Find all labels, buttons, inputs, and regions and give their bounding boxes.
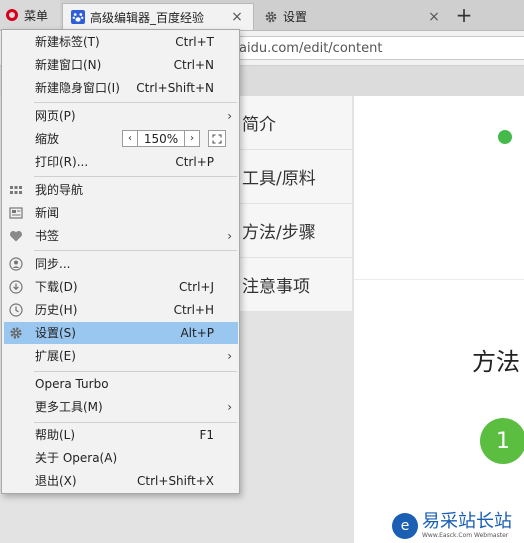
menu-item-label: 网页(P) (35, 109, 76, 123)
zoom-in-button[interactable]: › (184, 130, 200, 147)
menu-item-help[interactable]: 帮助(L) F1 (4, 424, 238, 446)
gear-icon (265, 11, 277, 22)
menu-item-label: 我的导航 (35, 183, 84, 197)
menu-item-shortcut: Ctrl+H (173, 303, 214, 317)
content-divider (354, 279, 524, 280)
tab-bar: 菜单 高级编辑器_百度经验 × 设置 × + (0, 0, 524, 31)
heart-icon (9, 230, 23, 242)
tab-close-icon[interactable]: × (426, 9, 442, 25)
step-number-badge: 1 (480, 418, 524, 464)
menu-item-label: 更多工具(M) (35, 400, 103, 414)
menu-item-zoom: 缩放 ‹ 150% › (4, 128, 238, 150)
tab-title: 高级编辑器_百度经验 (90, 10, 205, 25)
chevron-right-icon: › (227, 109, 232, 123)
tab-close-icon[interactable]: × (229, 9, 245, 25)
menu-item-new-window[interactable]: 新建窗口(N) Ctrl+N (4, 54, 238, 76)
menu-separator (34, 250, 237, 251)
menu-item-shortcut: Ctrl+N (173, 58, 214, 72)
nav-item-tools[interactable]: 工具/原料 (236, 150, 352, 204)
menu-item-shortcut: Ctrl+P (175, 155, 214, 169)
tab-baidu-jingyan[interactable]: 高级编辑器_百度经验 × (62, 3, 254, 30)
menu-item-label: 新闻 (35, 206, 60, 220)
menu-item-label: 扩展(E) (35, 349, 76, 363)
menu-item-extensions[interactable]: 扩展(E) › (4, 345, 238, 367)
menu-separator (34, 102, 237, 103)
menu-item-new-tab[interactable]: 新建标签(T) Ctrl+T (4, 31, 238, 53)
url-text: aidu.com/edit/content (239, 40, 383, 56)
menu-button-label: 菜单 (24, 8, 49, 23)
watermark: e 易采站长站 Www.Easck.Com Webmaster (388, 508, 524, 543)
menu-item-page[interactable]: 网页(P) › (4, 105, 238, 127)
menu-item-more-tools[interactable]: 更多工具(M) › (4, 396, 238, 418)
menu-item-shortcut: Ctrl+T (175, 35, 214, 49)
article-side-nav: 简介 工具/原料 方法/步骤 注意事项 (236, 96, 352, 312)
zoom-control: ‹ 150% › (122, 130, 200, 147)
watermark-subtitle: Www.Easck.Com Webmaster (422, 531, 509, 539)
opera-menu-button[interactable]: 菜单 (0, 0, 60, 30)
baidu-paw-icon (71, 10, 85, 24)
menu-item-label: 新建隐身窗口(I) (35, 81, 120, 95)
method-heading: 方法 (472, 348, 520, 376)
menu-item-shortcut: Alt+P (180, 326, 214, 340)
menu-item-label: 打印(R)... (35, 155, 89, 169)
menu-item-label: 书签 (35, 229, 60, 243)
watermark-logo-icon: e (392, 512, 418, 539)
menu-item-exit[interactable]: 退出(X) Ctrl+Shift+X (4, 470, 238, 492)
url-field[interactable]: aidu.com/edit/content (230, 36, 524, 60)
chevron-right-icon: › (227, 400, 232, 414)
fullscreen-button[interactable] (208, 130, 226, 147)
menu-item-print[interactable]: 打印(R)... Ctrl+P (4, 151, 238, 173)
menu-item-bookmarks[interactable]: 书签 › (4, 225, 238, 247)
opera-logo-icon (6, 9, 18, 21)
nav-item-steps[interactable]: 方法/步骤 (236, 204, 352, 258)
menu-item-label: 下载(D) (35, 280, 78, 294)
watermark-title: 易采站长站 (422, 510, 512, 532)
menu-item-about[interactable]: 关于 Opera(A) (4, 447, 238, 469)
menu-item-shortcut: Ctrl+J (179, 280, 214, 294)
user-icon (9, 257, 23, 271)
nav-item-notes[interactable]: 注意事项 (236, 258, 352, 312)
menu-item-label: 历史(H) (35, 303, 78, 317)
grid-icon (10, 186, 22, 194)
menu-item-shortcut: F1 (199, 428, 214, 442)
menu-item-sync[interactable]: 同步... (4, 253, 238, 275)
menu-item-label: Opera Turbo (35, 377, 109, 391)
status-dot-icon (498, 130, 512, 144)
fullscreen-icon (212, 134, 222, 143)
menu-item-speed-dial[interactable]: 我的导航 (4, 179, 238, 201)
new-tab-button[interactable]: + (452, 3, 476, 27)
menu-item-settings[interactable]: 设置(S) Alt+P (4, 322, 238, 344)
menu-item-private-window[interactable]: 新建隐身窗口(I) Ctrl+Shift+N (4, 77, 238, 99)
menu-item-shortcut: Ctrl+Shift+X (137, 474, 214, 488)
news-icon (9, 207, 23, 219)
menu-separator (34, 422, 237, 423)
menu-item-news[interactable]: 新闻 (4, 202, 238, 224)
menu-item-downloads[interactable]: 下载(D) Ctrl+J (4, 276, 238, 298)
tab-settings[interactable]: 设置 × (256, 3, 450, 30)
menu-item-shortcut: Ctrl+Shift+N (136, 81, 214, 95)
menu-item-label: 帮助(L) (35, 428, 76, 442)
menu-item-history[interactable]: 历史(H) Ctrl+H (4, 299, 238, 321)
menu-item-label: 退出(X) (35, 474, 77, 488)
nav-item-intro[interactable]: 简介 (236, 96, 352, 150)
tab-title: 设置 (283, 10, 308, 24)
gear-icon (10, 327, 22, 339)
menu-item-label: 新建窗口(N) (35, 58, 102, 72)
menu-item-label: 同步... (35, 257, 71, 271)
menu-item-label: 关于 Opera(A) (35, 451, 118, 465)
menu-item-label: 缩放 (35, 132, 60, 146)
download-icon (9, 280, 23, 294)
content-area (354, 96, 524, 543)
zoom-level: 150% (138, 130, 184, 147)
chevron-right-icon: › (227, 349, 232, 363)
menu-item-label: 新建标签(T) (35, 35, 100, 49)
clock-icon (9, 303, 23, 317)
chevron-right-icon: › (227, 229, 232, 243)
zoom-out-button[interactable]: ‹ (122, 130, 138, 147)
menu-separator (34, 176, 237, 177)
opera-main-menu: 新建标签(T) Ctrl+T 新建窗口(N) Ctrl+N 新建隐身窗口(I) … (1, 29, 240, 494)
menu-item-opera-turbo[interactable]: Opera Turbo (4, 373, 238, 395)
menu-separator (34, 371, 237, 372)
menu-item-label: 设置(S) (35, 326, 76, 340)
